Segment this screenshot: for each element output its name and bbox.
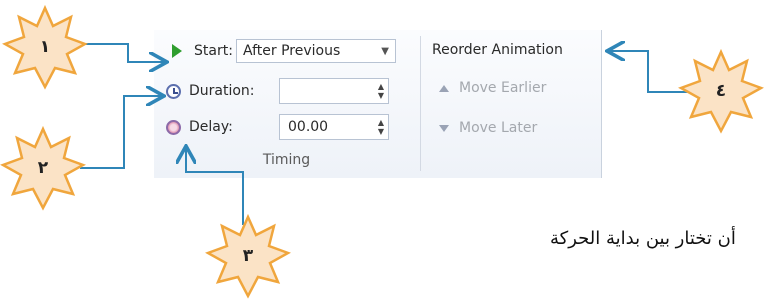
callout-badge-1: ١ bbox=[2, 4, 88, 90]
callout-badge-2: ٢ bbox=[0, 125, 86, 211]
arrow-4 bbox=[609, 51, 688, 93]
callout-badge-3: ٣ bbox=[205, 213, 291, 299]
arrow-1 bbox=[80, 43, 165, 62]
callout-badge-4: ٤ bbox=[678, 48, 764, 134]
callout-number-3: ٣ bbox=[242, 246, 254, 266]
arrow-2 bbox=[80, 96, 162, 169]
arabic-caption: أن تختار بين بداية الحركة bbox=[550, 228, 736, 249]
callout-number-2: ٢ bbox=[37, 158, 49, 178]
callout-number-4: ٤ bbox=[715, 81, 727, 101]
callout-number-1: ١ bbox=[39, 37, 51, 57]
